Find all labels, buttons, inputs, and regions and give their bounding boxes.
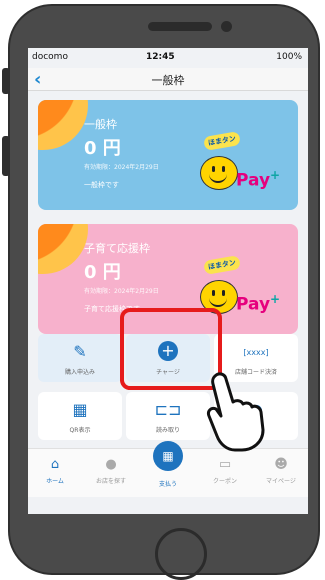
tab-find-store[interactable]: ● お店を探す	[84, 449, 138, 497]
mascot-logo: ほまタン Pay+	[200, 130, 298, 194]
tab-pay[interactable]: ▦ 支払う	[141, 441, 195, 497]
person-icon: ☻	[274, 457, 288, 472]
scan-icon: ⊏⊐	[154, 400, 182, 419]
coupon-icon: ▭	[218, 457, 232, 472]
card-expiry: 有効期限：2024年2月29日	[84, 164, 159, 171]
store-code-icon: [xxxx]	[243, 348, 269, 357]
card-amount: 0 円	[84, 138, 121, 159]
clock: 12:45	[146, 52, 175, 62]
tab-bar: ⌂ ホーム ● お店を探す ▦ 支払う ▭ クーポン ☻ マイページ	[28, 441, 308, 497]
card-label: 一般枠	[84, 118, 117, 131]
page-title: 一般枠	[151, 74, 185, 87]
balance-card-general[interactable]: 一般枠 0 円 有効期限：2024年2月29日 一般枠です ほまタン Pay+	[38, 100, 298, 210]
qr-code-icon: ▦	[72, 400, 88, 419]
smiley-mascot	[200, 156, 238, 190]
sun-decoration	[38, 100, 88, 150]
pay-logo: Pay+	[236, 168, 281, 191]
tab-home[interactable]: ⌂ ホーム	[28, 449, 82, 497]
edit-icon: ✎	[73, 342, 87, 361]
card-amount: 0 円	[84, 262, 121, 283]
phone-side-button	[2, 68, 10, 94]
phone-home-button[interactable]	[155, 528, 207, 580]
tab-coupon[interactable]: ▭ クーポン	[198, 449, 252, 497]
qr-display-button[interactable]: ▦ QR表示	[38, 392, 122, 440]
home-icon: ⌂	[50, 457, 60, 472]
pointing-hand-icon	[207, 372, 265, 452]
card-label: 子育て応援枠	[84, 242, 150, 255]
phone-speaker	[148, 22, 212, 31]
pay-logo: Pay+	[236, 292, 281, 315]
phone-camera	[221, 21, 232, 32]
phone-side-button	[2, 136, 10, 176]
card-expiry: 有効期限：2024年2月29日	[84, 288, 159, 295]
tab-my-page[interactable]: ☻ マイページ	[254, 449, 308, 497]
purchase-apply-button[interactable]: ✎ 購入申込み	[38, 334, 122, 382]
map-pin-icon: ●	[105, 457, 117, 472]
brand-tag: ほまタン	[203, 130, 241, 152]
card-description: 一般枠です	[84, 181, 119, 189]
carrier-label: docomo	[32, 52, 68, 62]
nav-bar: ‹ 一般枠	[28, 68, 308, 91]
status-bar: docomo 12:45 100%	[28, 48, 308, 68]
brand-tag: ほまタン	[203, 254, 241, 276]
qr-pay-icon: ▦	[153, 441, 183, 471]
battery-label: 100%	[276, 52, 302, 62]
sun-decoration	[38, 224, 88, 274]
scan-button[interactable]: ⊏⊐ 読み取り	[126, 392, 210, 440]
